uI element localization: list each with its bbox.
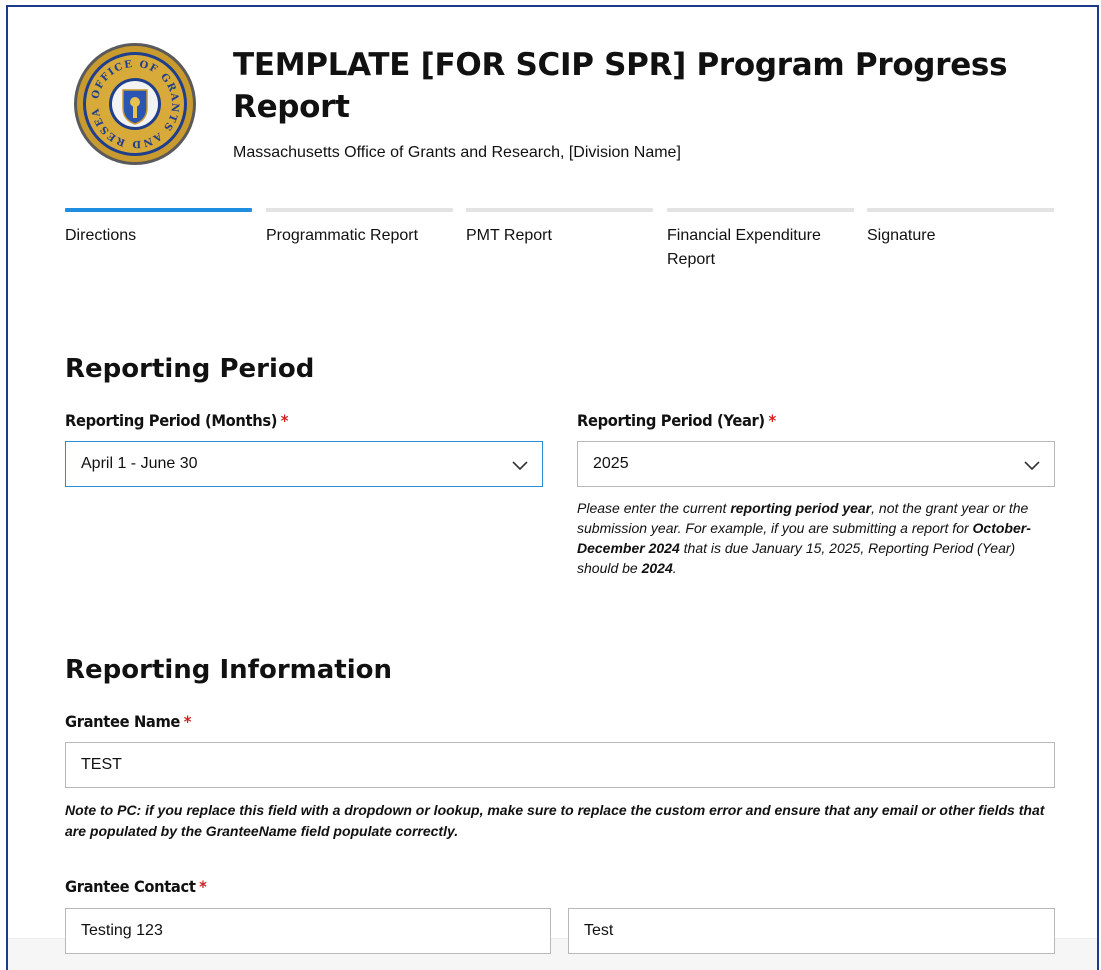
agency-seal-logo: OFFICE OF GRANTS AND RESEARCH (73, 42, 196, 165)
tab-label: Programmatic Report (266, 227, 419, 244)
tab-indicator (867, 208, 1054, 212)
tab-financial-expenditure-report[interactable]: Financial Expenditure Report (667, 208, 854, 272)
label-text: Grantee Contact (65, 877, 196, 896)
grantee-name-label: Grantee Name * (65, 712, 191, 731)
label-text: Reporting Period (Year) (577, 411, 765, 430)
page-title: TEMPLATE [FOR SCIP SPR] Program Progress… (233, 47, 1008, 125)
label-text: Reporting Period (Months) (65, 411, 278, 430)
tab-programmatic-report[interactable]: Programmatic Report (266, 208, 453, 248)
required-marker: * (280, 411, 289, 430)
label-text: Grantee Name (65, 712, 181, 731)
grantee-name-input[interactable]: TEST (65, 742, 1055, 788)
help-text-part: . (672, 560, 677, 576)
required-marker: * (199, 877, 207, 896)
reporting-information-heading: Reporting Information (65, 655, 392, 685)
pc-note: Note to PC: if you replace this field wi… (65, 802, 1045, 839)
reporting-year-select[interactable]: 2025 (577, 441, 1055, 487)
grantee-contact-label: Grantee Contact * (65, 877, 207, 896)
tab-label: PMT Report (466, 227, 552, 244)
help-text-emphasis: reporting period year (730, 500, 872, 516)
selected-value: April 1 - June 30 (81, 455, 198, 472)
tab-pmt-report[interactable]: PMT Report (466, 208, 653, 248)
form-tabs: Directions Programmatic Report PMT Repor… (65, 208, 1055, 278)
input-value: TEST (81, 756, 122, 773)
tab-label: Directions (65, 227, 137, 244)
reporting-months-label: Reporting Period (Months) * (65, 411, 288, 430)
tab-indicator (266, 208, 453, 212)
reporting-period-heading: Reporting Period (65, 354, 315, 384)
help-text-part: Please enter the current (577, 500, 731, 516)
input-value: Testing 123 (81, 922, 163, 939)
tab-indicator (65, 208, 252, 212)
tab-signature[interactable]: Signature (867, 208, 1054, 248)
reporting-year-label: Reporting Period (Year) * (577, 411, 776, 430)
chevron-down-icon (1024, 461, 1040, 471)
page-subtitle: Massachusetts Office of Grants and Resea… (233, 144, 681, 161)
tab-directions[interactable]: Directions (65, 208, 252, 248)
required-marker: * (768, 411, 776, 430)
required-marker: * (183, 712, 192, 731)
reporting-year-help-text: Please enter the current reporting perio… (577, 498, 1055, 578)
grantee-contact-first-name-input[interactable]: Testing 123 (65, 908, 551, 954)
input-value: Test (584, 922, 614, 939)
tab-indicator (466, 208, 653, 212)
reporting-months-select[interactable]: April 1 - June 30 (65, 441, 543, 487)
tab-label: Signature (867, 227, 936, 244)
tab-label: Financial Expenditure Report (667, 227, 821, 268)
tab-indicator (667, 208, 854, 212)
grantee-contact-last-name-input[interactable]: Test (568, 908, 1055, 954)
help-text-emphasis: 2024 (641, 560, 673, 576)
selected-value: 2025 (593, 455, 629, 472)
chevron-down-icon (512, 461, 528, 471)
